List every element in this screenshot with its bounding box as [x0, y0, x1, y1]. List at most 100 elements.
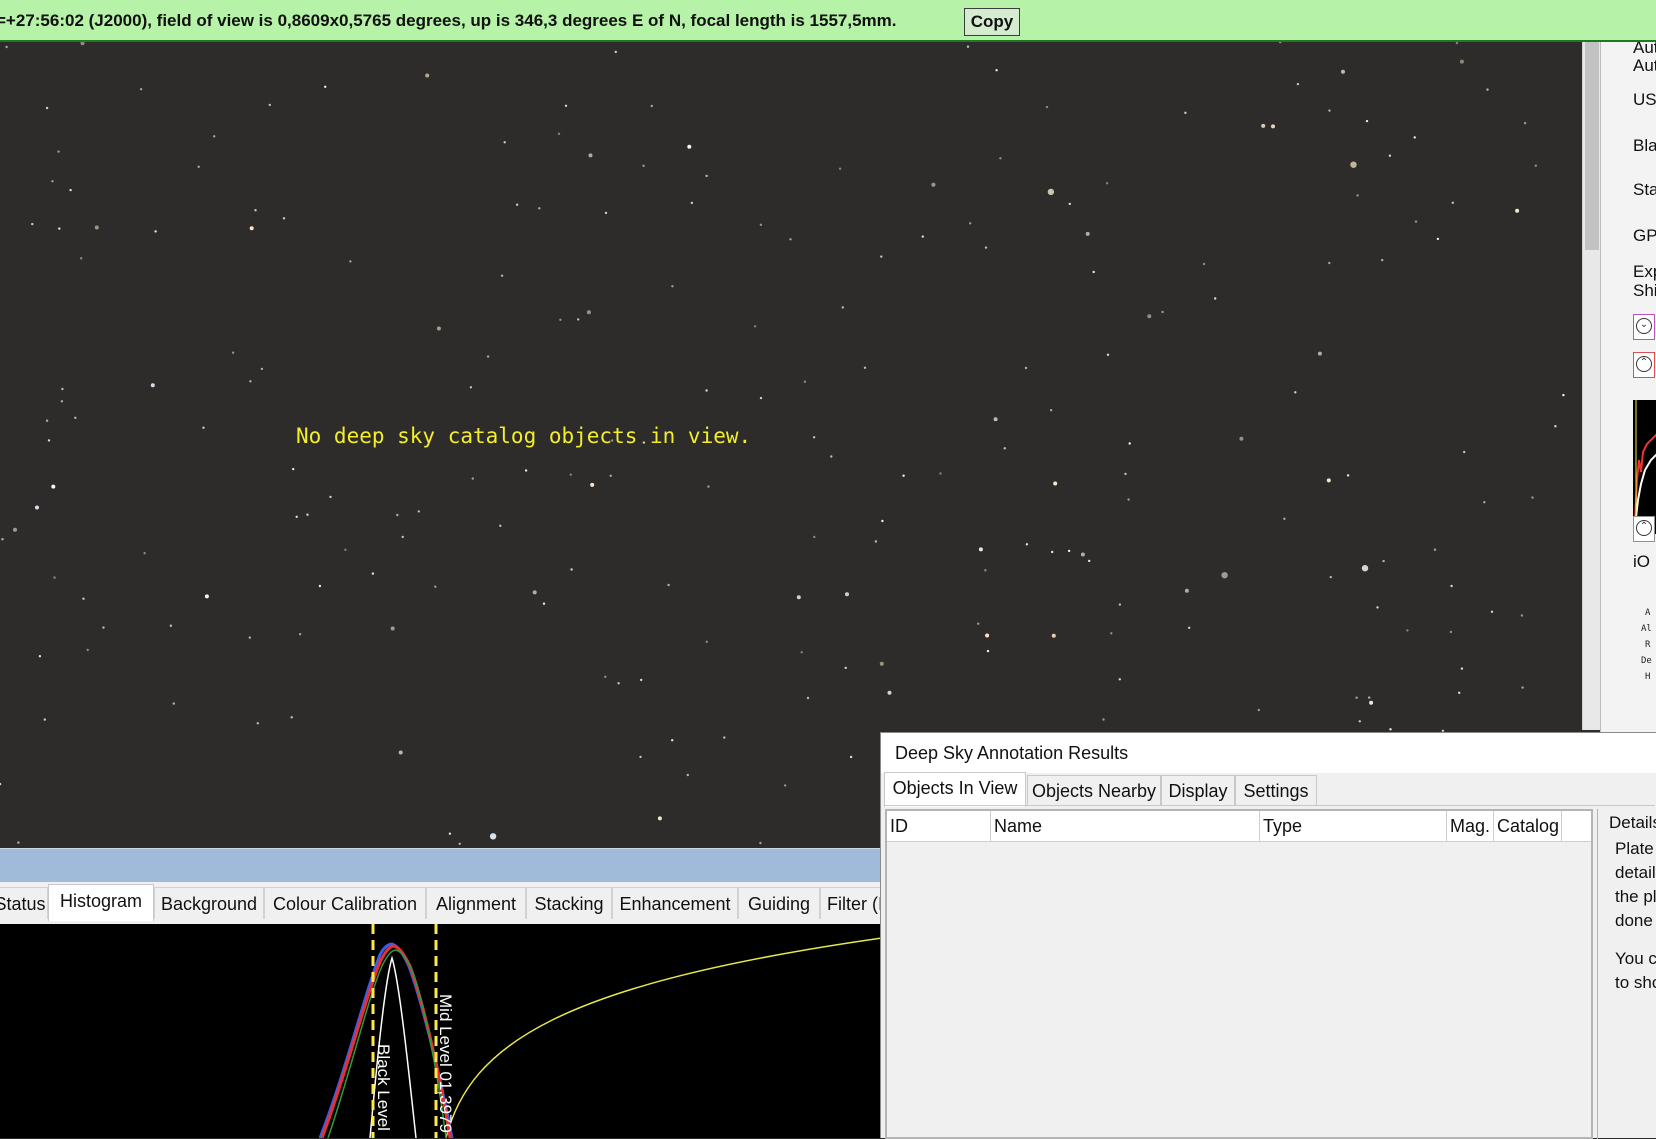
star [1202, 262, 1206, 266]
star [978, 547, 983, 552]
star [969, 222, 972, 225]
star [1068, 202, 1072, 206]
copy-button[interactable]: Copy [964, 8, 1020, 36]
star [295, 515, 298, 518]
expand-button[interactable]: ⌄ [1633, 314, 1655, 340]
star [1106, 353, 1110, 356]
star [448, 832, 452, 835]
tab-settings[interactable]: Settings [1235, 775, 1317, 805]
star [1110, 632, 1113, 635]
column-header-type[interactable]: Type [1260, 811, 1447, 841]
star [417, 510, 420, 513]
tab-baseline [884, 805, 1655, 806]
star [1406, 629, 1409, 632]
star [1147, 314, 1152, 319]
column-header-name[interactable]: Name [991, 811, 1260, 841]
star [298, 633, 302, 636]
tab-alignment[interactable]: Alignment [426, 887, 526, 919]
star [759, 841, 762, 845]
star [617, 682, 620, 685]
star [1, 538, 4, 541]
star [434, 585, 437, 588]
tab-stacking[interactable]: Stacking [526, 887, 612, 919]
star [1184, 111, 1187, 115]
star [1092, 270, 1095, 274]
star [705, 640, 708, 643]
panel-tiny-label: Al [1641, 624, 1652, 634]
star [60, 400, 64, 403]
collapse-button[interactable]: ⌃ [1633, 352, 1655, 378]
tab-enhancement[interactable]: Enhancement [612, 887, 738, 919]
star [1414, 220, 1418, 223]
panel-label: Aut [1633, 56, 1656, 75]
star [47, 439, 51, 442]
tab-background[interactable]: Background [154, 887, 264, 919]
collapse-button[interactable]: ⌃ [1633, 516, 1655, 542]
tab-objects-nearby[interactable]: Objects Nearby [1027, 775, 1161, 805]
star [1161, 310, 1164, 314]
star [1045, 105, 1049, 109]
tab-colour-calibration[interactable]: Colour Calibration [264, 887, 426, 919]
star [577, 318, 580, 321]
star [640, 678, 643, 682]
star [324, 85, 327, 88]
star [590, 482, 595, 487]
star [1355, 696, 1358, 699]
star [318, 584, 322, 588]
dialog-title-bar[interactable]: Deep Sky Annotation Results [881, 733, 1656, 773]
star [1049, 409, 1053, 412]
panel-splitter[interactable] [0, 848, 882, 883]
star [985, 633, 990, 638]
deep-sky-annotation-dialog: Deep Sky Annotation Results Objects In V… [880, 732, 1656, 1139]
tab-status[interactable]: Status [0, 887, 48, 919]
star [17, 841, 20, 844]
column-header-id[interactable]: ID [887, 811, 991, 841]
star [1449, 630, 1453, 634]
star [1368, 696, 1371, 699]
star [172, 702, 175, 705]
chevron-up-icon: ⌃ [1636, 520, 1652, 536]
tab-histogram[interactable]: Histogram [48, 884, 154, 921]
star [61, 387, 64, 391]
panel-label: US [1633, 90, 1656, 109]
star [845, 592, 849, 597]
star [830, 455, 833, 458]
star [559, 318, 562, 321]
star [657, 816, 662, 821]
star [471, 477, 474, 480]
star [1554, 425, 1557, 428]
star-field-image[interactable]: No deep sky catalog objects in view. [0, 42, 1582, 848]
star [35, 505, 39, 510]
star [1124, 472, 1127, 476]
star [1003, 447, 1006, 450]
panel-tiny-label: H [1645, 672, 1651, 682]
star [806, 696, 810, 700]
tab-guiding[interactable]: Guiding [738, 887, 820, 919]
star [1436, 237, 1440, 241]
star [667, 583, 670, 587]
star [143, 552, 146, 555]
star [248, 636, 251, 639]
scrollbar-thumb[interactable] [1585, 42, 1599, 250]
star [1088, 559, 1091, 563]
details-text: Plate s [1615, 839, 1656, 858]
star [542, 602, 546, 605]
tab-objects-in-view[interactable]: Objects In View [884, 772, 1026, 807]
objects-list[interactable]: ID Name Type Mag. Catalog [885, 809, 1593, 1139]
image-vertical-scrollbar[interactable] [1582, 42, 1601, 730]
star [1523, 121, 1527, 125]
star [604, 211, 608, 215]
star [86, 648, 89, 652]
column-header-mag[interactable]: Mag. [1447, 811, 1494, 841]
star [993, 417, 998, 422]
column-header-catalog[interactable]: Catalog [1494, 811, 1562, 841]
panel-label: iO [1633, 552, 1650, 571]
tab-display[interactable]: Display [1161, 775, 1235, 805]
star [1053, 481, 1058, 486]
star [1515, 208, 1520, 213]
star [995, 69, 998, 72]
star [425, 73, 430, 78]
histogram-plot[interactable]: Black Level Mid Level 01,3979 [0, 924, 882, 1138]
star [1102, 718, 1105, 721]
star [1051, 550, 1054, 554]
